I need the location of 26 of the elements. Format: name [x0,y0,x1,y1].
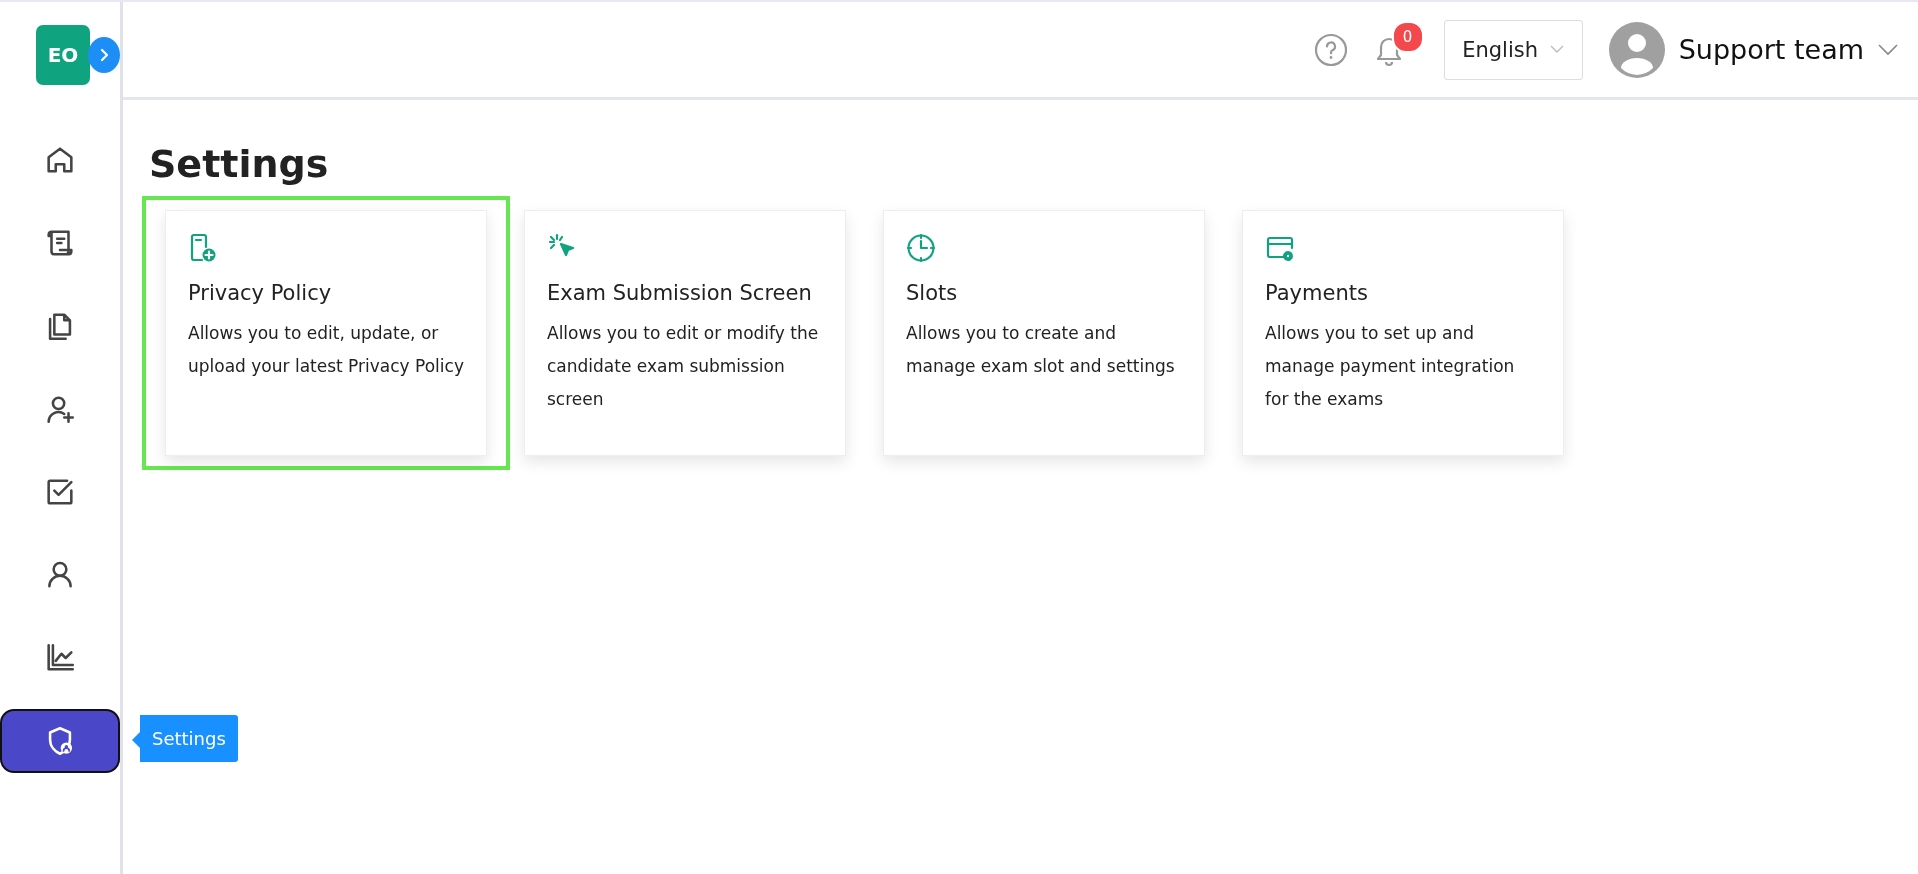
card-description: Allows you to set up and manage payment integration for the exams [1265,322,1516,411]
tooltip: Settings [132,715,238,762]
expand-button[interactable] [88,37,120,73]
logo: EO [36,25,91,85]
page-title: Settings [149,142,330,186]
card-title: Payments [1265,281,1369,305]
chevron-down-icon [1550,45,1565,54]
card-description: Allows you to edit or modify the candidate exam submission screen [547,322,820,411]
avatar-icon [1608,21,1665,78]
card-title: Exam Submission Screen [547,281,813,305]
help-icon[interactable] [1313,32,1348,67]
chevron-down-icon [1878,43,1898,56]
card-description: Allows you to edit, update, or upload your latest Privacy Policy [188,322,464,378]
notification-badge: 0 [1391,20,1424,53]
language-dropdown[interactable]: English [1443,19,1583,80]
card-description: Allows you to create and manage exam slot and settings [906,322,1176,378]
document-plus-icon [188,233,218,263]
clock-icon [906,233,936,263]
settings-card[interactable]: Slots Allows you to create and manage exam slot and settings [883,210,1205,456]
sidebar-item[interactable] [0,709,120,773]
settings-card[interactable]: Privacy Policy Allows you to edit, update, or upload your latest Privacy Policy [165,210,487,456]
card-title: Privacy Policy [188,281,333,305]
user-menu[interactable]: Support team [1608,21,1898,78]
card-title: Slots [906,281,959,305]
settings-card[interactable]: Payments Allows you to set up and manage payment integration for the exams [1242,210,1564,456]
settings-card[interactable]: Exam Submission Screen Allows you to edit or modify the candidate exam submission screen [524,210,846,456]
